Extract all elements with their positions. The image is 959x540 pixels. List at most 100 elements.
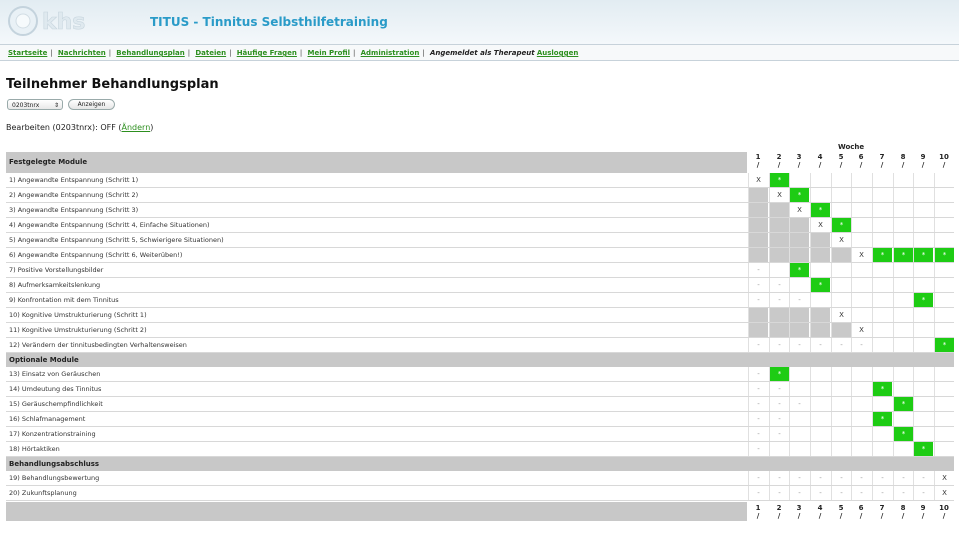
week-cell-unavailable[interactable]: -	[913, 486, 933, 500]
week-cell-empty[interactable]	[913, 173, 933, 187]
week-cell-empty[interactable]	[893, 323, 913, 337]
week-cell-locked[interactable]	[748, 323, 768, 337]
week-cell-empty[interactable]	[934, 233, 954, 247]
nav-administration[interactable]: Administration	[361, 49, 420, 57]
week-cell-active[interactable]: *	[893, 397, 913, 411]
week-cell-empty[interactable]	[893, 442, 913, 456]
week-cell-unavailable[interactable]: -	[748, 412, 768, 426]
week-cell-unavailable[interactable]: -	[769, 427, 789, 441]
week-cell-active[interactable]: *	[769, 173, 789, 187]
week-cell-current[interactable]: X	[831, 233, 851, 247]
week-cell-empty[interactable]	[769, 263, 789, 277]
week-cell-locked[interactable]	[789, 248, 809, 262]
week-cell-empty[interactable]	[934, 382, 954, 396]
week-cell-empty[interactable]	[913, 263, 933, 277]
week-cell-empty[interactable]	[872, 308, 892, 322]
week-cell-empty[interactable]	[789, 278, 809, 292]
week-cell-empty[interactable]	[831, 397, 851, 411]
show-button[interactable]: Anzeigen	[68, 99, 115, 110]
week-cell-active[interactable]: *	[872, 382, 892, 396]
week-cell-empty[interactable]	[789, 382, 809, 396]
week-cell-empty[interactable]	[831, 412, 851, 426]
week-cell-unavailable[interactable]: -	[748, 278, 768, 292]
week-cell-empty[interactable]	[893, 263, 913, 277]
week-cell-locked[interactable]	[769, 203, 789, 217]
week-cell-empty[interactable]	[831, 263, 851, 277]
week-cell-current[interactable]: X	[934, 486, 954, 500]
week-cell-empty[interactable]	[913, 278, 933, 292]
week-cell-empty[interactable]	[831, 442, 851, 456]
week-cell-empty[interactable]	[872, 367, 892, 381]
week-cell-empty[interactable]	[934, 323, 954, 337]
week-cell-empty[interactable]	[851, 397, 871, 411]
week-cell-unavailable[interactable]: -	[831, 486, 851, 500]
week-cell-unavailable[interactable]: -	[893, 471, 913, 485]
week-cell-empty[interactable]	[893, 203, 913, 217]
week-cell-current[interactable]: X	[810, 218, 830, 232]
week-cell-empty[interactable]	[934, 397, 954, 411]
week-cell-empty[interactable]	[934, 367, 954, 381]
week-cell-unavailable[interactable]: -	[748, 442, 768, 456]
week-cell-empty[interactable]	[769, 442, 789, 456]
week-cell-empty[interactable]	[810, 412, 830, 426]
week-cell-unavailable[interactable]: -	[872, 486, 892, 500]
week-cell-empty[interactable]	[934, 263, 954, 277]
week-cell-unavailable[interactable]: -	[872, 471, 892, 485]
nav-haeufige-fragen[interactable]: Häufige Fragen	[237, 49, 297, 57]
week-cell-empty[interactable]	[913, 188, 933, 202]
week-cell-locked[interactable]	[748, 248, 768, 262]
week-cell-empty[interactable]	[934, 278, 954, 292]
nav-dateien[interactable]: Dateien	[195, 49, 226, 57]
week-cell-unavailable[interactable]: -	[851, 338, 871, 352]
week-cell-empty[interactable]	[934, 412, 954, 426]
week-cell-empty[interactable]	[831, 427, 851, 441]
week-cell-unavailable[interactable]: -	[913, 471, 933, 485]
week-cell-empty[interactable]	[810, 397, 830, 411]
week-cell-unavailable[interactable]: -	[810, 486, 830, 500]
nav-startseite[interactable]: Startseite	[8, 49, 47, 57]
week-cell-unavailable[interactable]: -	[769, 412, 789, 426]
week-cell-empty[interactable]	[913, 203, 933, 217]
week-cell-empty[interactable]	[913, 218, 933, 232]
week-cell-active[interactable]: *	[831, 218, 851, 232]
week-cell-locked[interactable]	[748, 308, 768, 322]
week-cell-empty[interactable]	[893, 412, 913, 426]
week-cell-active[interactable]: *	[913, 442, 933, 456]
week-cell-empty[interactable]	[872, 233, 892, 247]
week-cell-empty[interactable]	[851, 173, 871, 187]
week-cell-empty[interactable]	[934, 293, 954, 307]
week-cell-unavailable[interactable]: -	[769, 338, 789, 352]
week-cell-empty[interactable]	[851, 233, 871, 247]
nav-mein-profil[interactable]: Mein Profil	[308, 49, 351, 57]
week-cell-empty[interactable]	[810, 367, 830, 381]
week-cell-current[interactable]: X	[831, 308, 851, 322]
week-cell-empty[interactable]	[872, 203, 892, 217]
week-cell-empty[interactable]	[872, 188, 892, 202]
nav-nachrichten[interactable]: Nachrichten	[58, 49, 106, 57]
week-cell-empty[interactable]	[810, 293, 830, 307]
week-cell-empty[interactable]	[913, 427, 933, 441]
week-cell-empty[interactable]	[872, 427, 892, 441]
week-cell-empty[interactable]	[831, 293, 851, 307]
week-cell-active[interactable]: *	[872, 248, 892, 262]
week-cell-active[interactable]: *	[810, 278, 830, 292]
week-cell-empty[interactable]	[789, 442, 809, 456]
week-cell-unavailable[interactable]: -	[851, 486, 871, 500]
week-cell-active[interactable]: *	[893, 248, 913, 262]
week-cell-empty[interactable]	[893, 233, 913, 247]
week-cell-empty[interactable]	[789, 427, 809, 441]
week-cell-empty[interactable]	[934, 442, 954, 456]
week-cell-active[interactable]: *	[913, 248, 933, 262]
week-cell-unavailable[interactable]: -	[831, 471, 851, 485]
week-cell-empty[interactable]	[893, 293, 913, 307]
week-cell-empty[interactable]	[934, 308, 954, 322]
week-cell-locked[interactable]	[748, 233, 768, 247]
week-cell-unavailable[interactable]: -	[748, 471, 768, 485]
week-cell-locked[interactable]	[789, 323, 809, 337]
week-cell-active[interactable]: *	[913, 293, 933, 307]
week-cell-empty[interactable]	[872, 263, 892, 277]
week-cell-empty[interactable]	[789, 173, 809, 187]
week-cell-empty[interactable]	[934, 427, 954, 441]
week-cell-empty[interactable]	[913, 367, 933, 381]
week-cell-unavailable[interactable]: -	[748, 486, 768, 500]
